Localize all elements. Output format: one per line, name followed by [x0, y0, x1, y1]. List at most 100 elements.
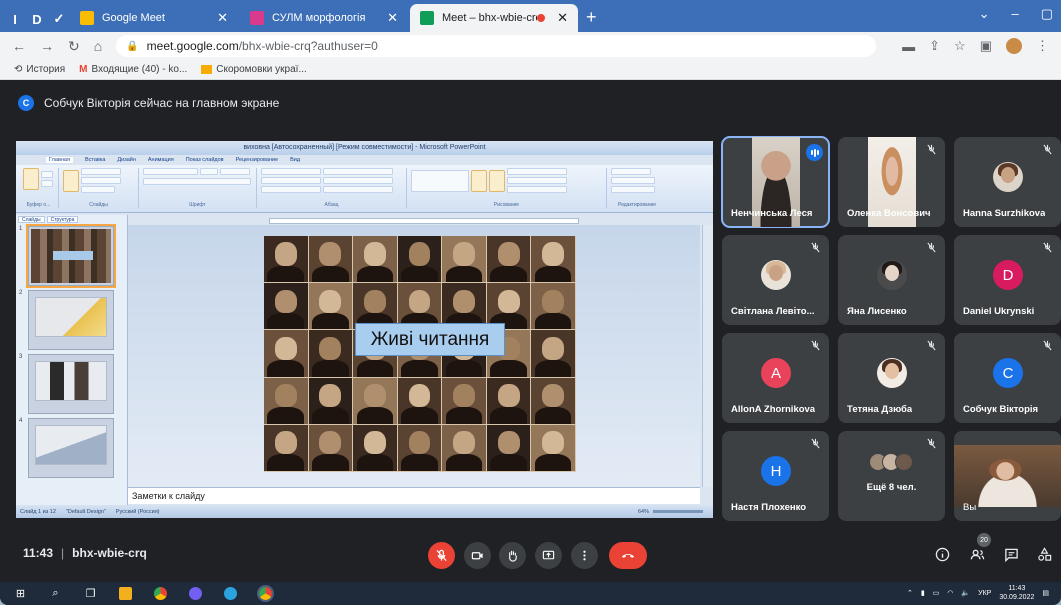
- participant-initial: D: [993, 260, 1023, 290]
- forward-icon[interactable]: →: [40, 38, 54, 54]
- chat-button[interactable]: [1003, 546, 1019, 562]
- participant-tile-3[interactable]: Hanna Surzhikova: [954, 137, 1061, 227]
- mic-off-icon: [810, 242, 821, 256]
- chrome-icon[interactable]: [154, 587, 167, 600]
- portrait-photo: [397, 424, 442, 471]
- portrait-photo: [308, 283, 353, 330]
- home-icon[interactable]: ⌂: [94, 38, 102, 54]
- tray-time: 11:43: [1008, 585, 1026, 592]
- tray-wifi-icon[interactable]: ◠: [947, 589, 953, 597]
- mic-toggle-button[interactable]: [428, 542, 455, 569]
- bookmark-tongue-twisters[interactable]: Скоромовки украї...: [201, 64, 307, 75]
- participant-tile-5[interactable]: Яна Лисенко: [838, 235, 945, 325]
- participant-tile-6[interactable]: D Daniel Ukrynski: [954, 235, 1061, 325]
- new-tab-button[interactable]: +: [586, 4, 597, 32]
- close-tab-icon[interactable]: ✕: [387, 10, 398, 26]
- ppt-tab: Вставка: [84, 157, 106, 163]
- participant-tile-1[interactable]: Ненчинська Леся: [721, 136, 830, 228]
- ppt-slides-pane-tabs: Слайды Структура: [16, 215, 127, 224]
- portrait-photo: [264, 330, 308, 377]
- pinned-tab-1[interactable]: I: [4, 6, 26, 32]
- participant-tile-8[interactable]: Тетяна Дзюба: [838, 333, 945, 423]
- ribbon-group-editing: Редактирование: [607, 168, 667, 208]
- meeting-controls-bar: 11:43 | bhx-wbie-crq: [0, 535, 1061, 575]
- tab-sulm[interactable]: СУЛМ морфологія ✕: [240, 4, 408, 32]
- address-bar[interactable]: 🔒 meet.google.com/bhx-wbie-crq?authuser=…: [116, 35, 877, 57]
- leave-call-button[interactable]: [609, 542, 647, 569]
- camera-toggle-button[interactable]: [464, 542, 491, 569]
- close-tab-icon[interactable]: ✕: [557, 10, 568, 26]
- portrait-photo: [531, 283, 575, 330]
- tray-usb-icon[interactable]: ▮: [921, 589, 925, 597]
- camera-in-use-icon[interactable]: ▬: [902, 39, 915, 54]
- history-icon: ⟲: [14, 64, 23, 75]
- ppt-tab: Анимация: [147, 157, 174, 163]
- more-options-button[interactable]: [571, 542, 598, 569]
- portrait-photo: [353, 377, 397, 424]
- back-icon[interactable]: ←: [12, 38, 26, 54]
- participant-tile-7[interactable]: A AllonA Zhornikova: [722, 333, 829, 423]
- tray-volume-icon[interactable]: 🔈: [961, 589, 970, 597]
- profile-avatar[interactable]: [1006, 38, 1022, 54]
- share-icon[interactable]: ⇪: [929, 38, 940, 54]
- participant-tile-2[interactable]: Оленка Вонсович: [838, 137, 945, 227]
- task-view-icon[interactable]: ❐: [84, 587, 97, 600]
- portrait-photo: [531, 330, 575, 377]
- tray-battery-icon[interactable]: ▭: [933, 589, 940, 597]
- status-theme: "Default Design": [65, 508, 106, 515]
- portrait-photo: [308, 330, 353, 377]
- activities-button[interactable]: [1036, 546, 1052, 562]
- ppt-window-title: виховна [Автосохраненный] [Режим совмест…: [16, 141, 713, 155]
- tray-clock[interactable]: 11:43 30.09.2022: [999, 584, 1034, 602]
- telegram-icon[interactable]: [224, 587, 237, 600]
- status-language: Русский (Россия): [115, 508, 160, 515]
- viber-icon[interactable]: [189, 587, 202, 600]
- reload-icon[interactable]: ↻: [68, 38, 80, 55]
- side-panel-icon[interactable]: ▣: [980, 38, 992, 54]
- portrait-photo: [397, 236, 442, 283]
- participant-name: Яна Лисенко: [847, 306, 907, 317]
- participant-photo: [761, 260, 791, 290]
- file-explorer-icon[interactable]: [119, 587, 132, 600]
- self-view-tile[interactable]: Вы: [954, 431, 1061, 521]
- tab-google-meet[interactable]: Google Meet ✕: [70, 4, 238, 32]
- close-tab-icon[interactable]: ✕: [217, 10, 228, 26]
- notifications-icon[interactable]: ▤: [1042, 589, 1049, 597]
- meeting-info-button[interactable]: [934, 546, 950, 562]
- participant-name: AllonA Zhornikova: [731, 404, 816, 415]
- menu-dots-icon[interactable]: ⋮: [1036, 38, 1049, 54]
- maximize-icon[interactable]: ▢: [1041, 6, 1053, 22]
- bookmark-star-icon[interactable]: ☆: [954, 38, 966, 54]
- ribbon-group-slides: Слайды: [59, 168, 139, 208]
- tab-title: СУЛМ морфологія: [272, 12, 366, 24]
- tray-chevron-icon[interactable]: ⌃: [907, 589, 913, 597]
- participant-tile-9[interactable]: C Собчук Вікторія: [954, 333, 1061, 423]
- search-icon[interactable]: ⌕: [49, 587, 62, 600]
- ppt-tab: Дизайн: [117, 157, 136, 163]
- tray-language[interactable]: УКР: [978, 590, 991, 597]
- more-participants-tile[interactable]: Ещё 8 чел.: [838, 431, 945, 521]
- bookmark-history[interactable]: ⟲ История: [14, 64, 65, 75]
- tab-search-chevron-icon[interactable]: ⌄: [979, 6, 990, 22]
- self-label: Вы: [963, 502, 977, 513]
- bookmark-gmail[interactable]: M Входящие (40) - ko...: [79, 64, 187, 75]
- participant-photo: [993, 162, 1023, 192]
- windows-start-icon[interactable]: ⊞: [14, 587, 27, 600]
- tab-meet-active[interactable]: Meet – bhx-wbie-crq ✕: [410, 4, 578, 32]
- pinned-tab-2[interactable]: D: [26, 6, 48, 32]
- people-button[interactable]: [969, 546, 985, 562]
- meeting-details: 11:43 | bhx-wbie-crq: [23, 546, 147, 560]
- present-screen-button[interactable]: [535, 542, 562, 569]
- bookmark-folder-icon: [201, 65, 213, 74]
- minimize-icon[interactable]: –: [1011, 6, 1018, 22]
- pinned-tab-3[interactable]: ✓: [48, 6, 70, 32]
- slide-thumbnail-3: 3: [19, 354, 114, 414]
- ribbon-group-label: Шрифт: [189, 202, 206, 208]
- mic-off-icon: [436, 549, 447, 562]
- raise-hand-button[interactable]: [499, 542, 526, 569]
- participant-tile-10[interactable]: H Настя Плохенко: [722, 431, 829, 521]
- chrome-active-icon[interactable]: [257, 585, 274, 602]
- more-participants-label: Ещё 8 чел.: [866, 482, 917, 493]
- participant-tile-4[interactable]: Світлана Левіто...: [722, 235, 829, 325]
- ppt-tab: Рецензирование: [235, 157, 279, 163]
